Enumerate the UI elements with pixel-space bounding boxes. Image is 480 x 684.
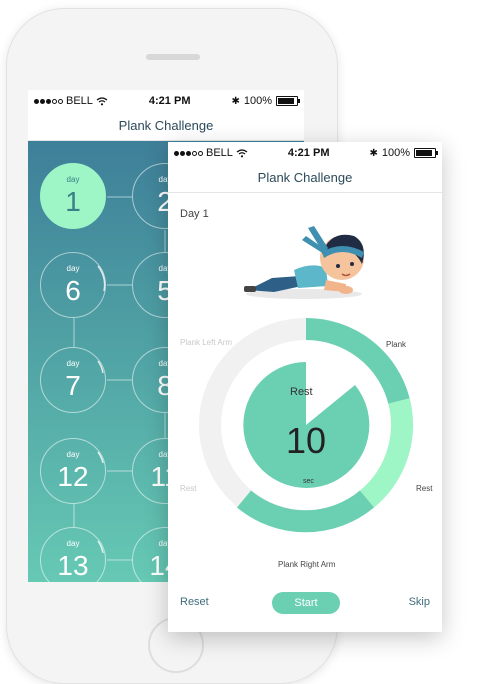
day-label: day [66,264,80,273]
day-label: day [66,175,80,184]
signal-icon [34,98,63,104]
carrier-name: BELL [66,95,93,107]
day-number: 13 [57,550,89,581]
bluetooth-icon: ✱ [231,95,240,107]
day-button[interactable]: day 7 [40,347,106,413]
label-plank: Plank [386,340,407,349]
label-plank-left-arm: Plank Left Arm [180,338,233,347]
day-button[interactable]: day 6 [40,252,106,318]
skip-button[interactable]: Skip [409,596,430,608]
day-number: 6 [65,275,81,306]
day-label: day [66,359,80,368]
day-label: day [66,450,80,459]
label-plank-right-arm: Plank Right Arm [278,560,336,569]
day-number: 1 [65,186,81,217]
current-interval-title: Rest [290,386,313,398]
day-number: 7 [65,370,81,401]
front-screen: BELL 4:21 PM ✱ 100% Plank Challenge Day … [168,142,442,632]
reset-button[interactable]: Reset [180,596,209,608]
wifi-icon [96,96,108,105]
status-bar: BELL 4:21 PM ✱ 100% [28,90,304,112]
status-time: 4:21 PM [148,95,191,107]
countdown-value: 10 [286,420,327,461]
segment-rest [359,398,414,508]
start-button[interactable]: Start [272,592,340,614]
day-number: 12 [57,461,89,492]
label-rest-left: Rest [180,484,197,493]
phone-speaker [146,54,200,60]
day-label: day [66,539,80,548]
day-button[interactable]: day 1 [40,163,106,229]
page-title: Plank Challenge [28,112,304,141]
label-rest-right: Rest [416,484,433,493]
day-button[interactable]: day 12 [40,438,106,504]
battery-icon [276,96,300,106]
battery-percent: 100% [243,95,272,107]
countdown-unit: sec [303,478,314,485]
